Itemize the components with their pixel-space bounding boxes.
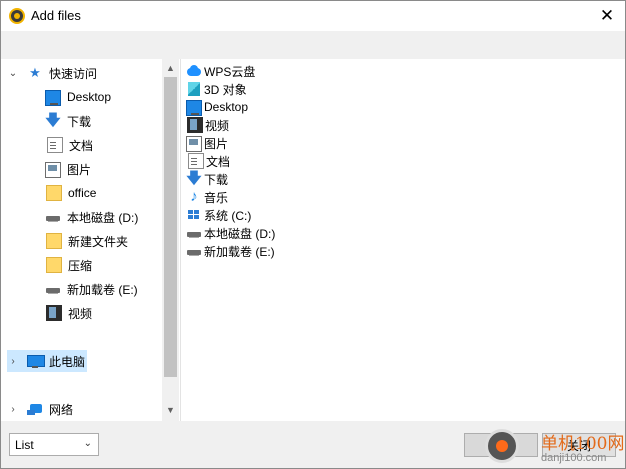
chevron-down-icon[interactable]: ⌄	[7, 68, 19, 79]
window-title: Add files	[31, 8, 81, 23]
tree-item-label: 新加载卷 (E:)	[67, 282, 138, 297]
list-item-label: 视频	[205, 118, 230, 133]
tree-item-label: 文档	[69, 138, 94, 153]
drive-icon	[45, 281, 61, 297]
list-item-label: 音乐	[204, 190, 229, 205]
tree-item-label: 网络	[49, 402, 74, 417]
list-item-videos[interactable]: 视频	[186, 116, 229, 134]
list-item-pictures[interactable]: 图片	[186, 134, 228, 152]
download-icon: 🡇	[186, 170, 202, 187]
cube-icon	[186, 81, 202, 97]
tree-item-this-pc[interactable]: › 此电脑	[7, 350, 87, 372]
drive-icon	[186, 225, 202, 241]
tree-scrollbar[interactable]: ▲ ▼	[162, 59, 179, 421]
folder-icon	[46, 185, 62, 201]
chevron-right-icon[interactable]: ›	[7, 356, 19, 367]
document-icon	[188, 153, 204, 169]
folder-icon	[46, 233, 62, 249]
network-icon	[27, 401, 43, 417]
tree-item-label: 视频	[68, 306, 93, 321]
toolbar	[1, 31, 625, 59]
tree-item-label: 新建文件夹	[68, 234, 129, 249]
add-files-dialog: Add files ✕ ⌄ ★ 快速访问 Desktop 🡇 下载 文档 图片 …	[0, 0, 626, 469]
tree-item-documents[interactable]: 文档	[45, 134, 93, 156]
drive-icon	[186, 243, 202, 259]
scrollbar-thumb[interactable]	[164, 77, 177, 377]
music-icon: ♪	[190, 188, 198, 205]
tree-item-label: 本地磁盘 (D:)	[67, 210, 139, 225]
list-item-desktop[interactable]: Desktop	[186, 98, 248, 116]
tree-item-downloads[interactable]: 🡇 下载	[45, 110, 91, 132]
desktop-icon	[45, 89, 61, 106]
list-item-label: 本地磁盘 (D:)	[204, 226, 276, 241]
picture-icon	[186, 136, 202, 152]
tree-item-label: 压缩	[68, 258, 93, 273]
view-mode-select[interactable]: List ⌄	[9, 433, 99, 456]
tree-item-label: 下载	[67, 114, 92, 129]
view-mode-value: List	[15, 437, 34, 452]
star-icon: ★	[29, 65, 41, 80]
list-item-label: 新加载卷 (E:)	[204, 244, 275, 259]
tree-item-pictures[interactable]: 图片	[45, 158, 91, 180]
list-item-label: 文档	[206, 154, 231, 169]
tree-item-label: 快速访问	[49, 66, 98, 81]
list-item-label: 3D 对象	[204, 82, 247, 97]
list-item-label: 系统 (C:)	[204, 208, 252, 223]
tree-item-label: Desktop	[67, 90, 112, 104]
scroll-up-icon[interactable]: ▲	[162, 60, 179, 76]
windows-drive-icon	[186, 207, 202, 223]
site-watermark: 单机100网 danji100.com	[485, 427, 625, 467]
list-item-downloads[interactable]: 🡇 下载	[186, 170, 228, 188]
watermark-title: 单机100网	[541, 434, 625, 454]
tree-item-label: 图片	[67, 162, 92, 177]
watermark-logo-icon	[485, 429, 519, 463]
cloud-icon	[186, 63, 202, 79]
list-item-label: 图片	[204, 136, 229, 151]
tree-item-new-folder[interactable]: 新建文件夹	[45, 230, 128, 252]
list-item-music[interactable]: ♪ 音乐	[186, 188, 228, 206]
list-item-label: 下载	[204, 172, 229, 187]
scroll-down-icon[interactable]: ▼	[162, 402, 179, 418]
app-logo-icon	[9, 8, 25, 24]
desktop-icon	[186, 99, 202, 116]
tree-item-office[interactable]: office	[45, 182, 96, 204]
tree-item-label: 此电脑	[49, 354, 86, 369]
tree-item-videos[interactable]: 视频	[45, 302, 92, 324]
watermark-url: danji100.com	[541, 452, 607, 464]
tree-item-drive-e[interactable]: 新加载卷 (E:)	[45, 278, 138, 300]
document-icon	[47, 137, 63, 153]
list-item-3d-objects[interactable]: 3D 对象	[186, 80, 247, 98]
list-item-documents[interactable]: 文档	[186, 152, 230, 170]
tree-item-quick-access[interactable]: ⌄ ★ 快速访问	[7, 62, 157, 84]
list-item-label: Desktop	[204, 100, 249, 114]
chevron-down-icon: ⌄	[83, 438, 92, 449]
close-window-button[interactable]: ✕	[595, 4, 619, 28]
list-item-label: WPS云盘	[204, 64, 256, 79]
drive-icon	[45, 209, 61, 225]
tree-item-compress[interactable]: 压缩	[45, 254, 92, 276]
list-item-drive-c[interactable]: 系统 (C:)	[186, 206, 251, 224]
list-item-drive-d[interactable]: 本地磁盘 (D:)	[186, 224, 275, 242]
folder-icon	[46, 257, 62, 273]
title-bar: Add files ✕	[1, 1, 625, 31]
tree-item-desktop[interactable]: Desktop	[45, 86, 111, 108]
picture-icon	[45, 162, 61, 178]
computer-icon	[27, 353, 45, 369]
list-item-wps-cloud[interactable]: WPS云盘	[186, 62, 255, 80]
video-icon	[46, 305, 62, 321]
tree-item-network[interactable]: › 网络	[7, 398, 73, 420]
list-item-drive-e[interactable]: 新加载卷 (E:)	[186, 242, 275, 260]
download-icon: 🡇	[45, 112, 61, 129]
tree-item-drive-d[interactable]: 本地磁盘 (D:)	[45, 206, 138, 228]
chevron-right-icon[interactable]: ›	[7, 404, 19, 415]
tree-item-label: office	[68, 186, 97, 200]
navigation-tree: ⌄ ★ 快速访问 Desktop 🡇 下载 文档 图片 office 本地磁盘 …	[1, 59, 181, 421]
video-icon	[187, 117, 203, 133]
file-list: WPS云盘 3D 对象 Desktop 视频 图片 文档 🡇 下载 ♪ 音乐 系…	[182, 59, 625, 421]
